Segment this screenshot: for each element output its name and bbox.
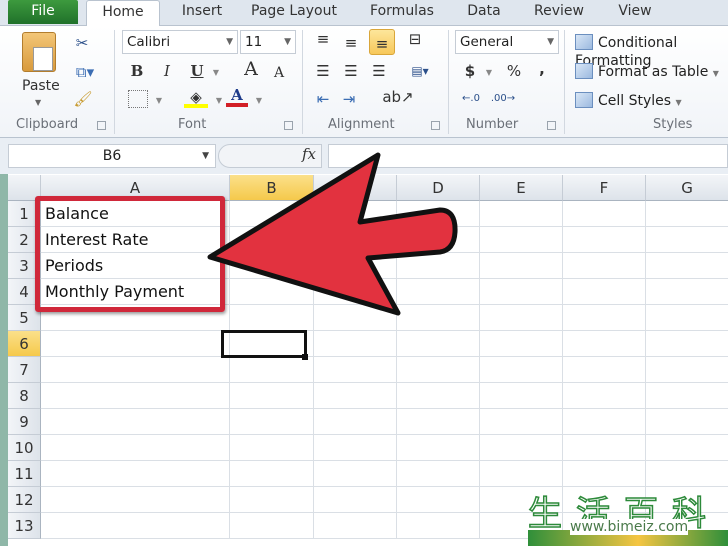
annotation-arrow [207, 152, 458, 316]
watermark: 生活百科 www.bimeiz.com [527, 486, 728, 546]
arrow-shape [207, 152, 458, 316]
watermark-url: www.bimeiz.com [570, 519, 689, 535]
